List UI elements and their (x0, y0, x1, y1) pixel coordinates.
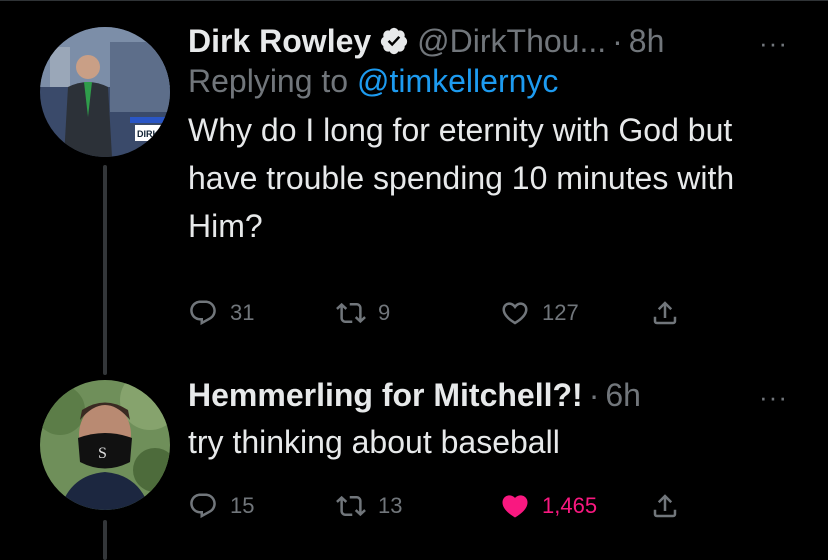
tweet-primary[interactable]: Dirk Rowley @DirkThou... · 8h ··· Replyi… (188, 22, 788, 250)
share-button[interactable] (650, 486, 680, 526)
replying-to: Replying to @timkellernyc (188, 62, 788, 100)
retweet-icon (336, 302, 366, 324)
display-name[interactable]: Hemmerling for Mitchell?! (188, 376, 583, 414)
tweet-header: Dirk Rowley @DirkThou... · 8h (188, 22, 788, 60)
reply-count: 31 (230, 300, 255, 325)
reply-button[interactable]: 15 (188, 486, 254, 526)
tweet-text: Why do I long for eternity with God but … (188, 112, 735, 244)
timestamp[interactable]: 8h (629, 22, 665, 60)
avatar[interactable]: S (40, 380, 170, 510)
svg-text:S: S (98, 445, 107, 462)
tweet-header: Hemmerling for Mitchell?! · 6h (188, 376, 788, 414)
tweet-actions: 31 9 127 (188, 293, 688, 333)
thread-line (103, 520, 107, 560)
like-count: 127 (542, 300, 579, 325)
tweet-actions: 15 13 1,465 (188, 486, 688, 526)
separator: · (612, 23, 623, 59)
separator: · (588, 377, 600, 413)
handle[interactable]: @DirkThou... (417, 22, 606, 60)
more-options-icon[interactable]: ··· (759, 28, 788, 59)
share-button[interactable] (650, 293, 680, 333)
thread-line (103, 165, 107, 375)
share-icon (653, 494, 677, 518)
tweet-text: try thinking about baseball (188, 424, 560, 460)
timestamp[interactable]: 6h (605, 376, 641, 414)
reply-count: 15 (230, 493, 255, 518)
reply-icon (190, 493, 216, 519)
like-button[interactable]: 1,465 (500, 486, 597, 526)
retweet-count: 13 (378, 493, 403, 518)
avatar-label: DIRK (137, 129, 159, 139)
top-divider (0, 0, 828, 1)
like-button[interactable]: 127 (500, 293, 579, 333)
verified-badge-icon (379, 26, 409, 56)
replying-to-label: Replying to (188, 63, 349, 99)
heart-icon (502, 302, 528, 325)
retweet-button[interactable]: 9 (336, 293, 390, 333)
heart-filled-icon (502, 495, 528, 518)
retweet-count: 9 (378, 300, 391, 325)
replying-to-handle[interactable]: @timkellernyc (357, 63, 558, 99)
tweet-reply[interactable]: Hemmerling for Mitchell?! · 6h ··· try t… (188, 376, 788, 466)
retweet-button[interactable]: 13 (336, 486, 402, 526)
more-options-icon[interactable]: ··· (759, 382, 788, 413)
avatar[interactable]: DIRK (40, 27, 170, 157)
reply-icon (190, 300, 216, 326)
reply-button[interactable]: 31 (188, 293, 254, 333)
like-count: 1,465 (542, 493, 598, 518)
share-icon (653, 301, 677, 325)
display-name[interactable]: Dirk Rowley (188, 22, 371, 60)
retweet-icon (336, 495, 366, 517)
